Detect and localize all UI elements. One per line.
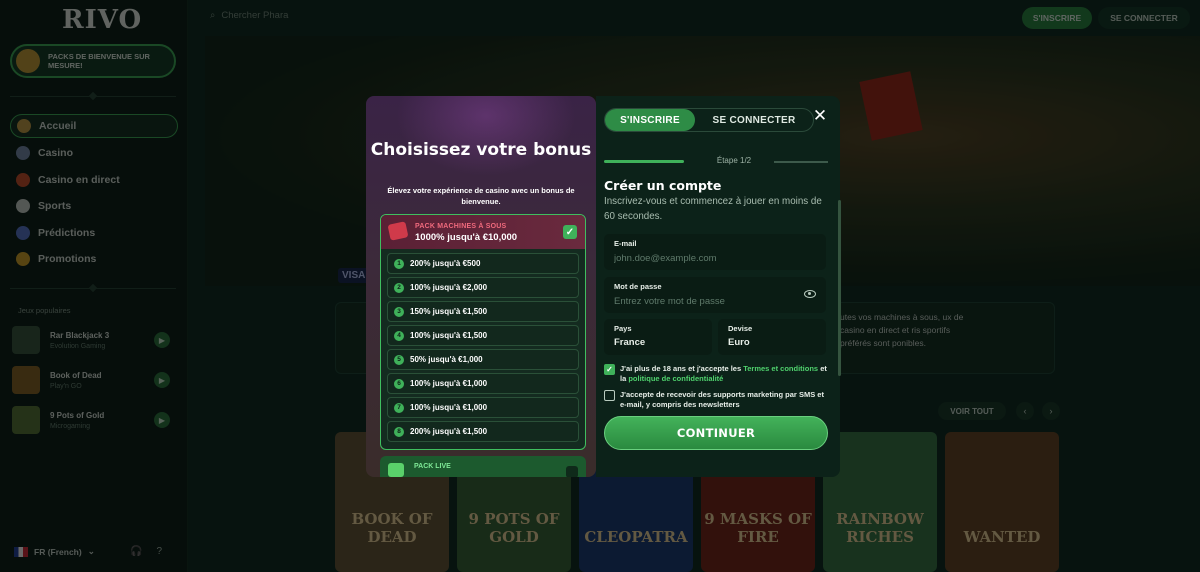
password-field[interactable]: Mot de passe <box>604 277 826 313</box>
country-value: France <box>614 337 646 348</box>
tab-signup[interactable]: S'INSCRIRE <box>605 109 695 131</box>
step-number: 1 <box>394 258 404 269</box>
offer-list: 1 200% jusqu'à €500 2 100% jusqu'à €2,000 … <box>381 249 585 449</box>
live-pack-name: PACK LIVE <box>414 463 451 470</box>
offer-item: 3 150% jusqu'à €1,500 <box>387 301 579 322</box>
eye-icon[interactable] <box>804 290 816 298</box>
step-progress: Étape 1/2 <box>604 156 828 170</box>
marketing-text: J'accepte de recevoir des supports marke… <box>620 390 824 409</box>
step-number: 6 <box>394 378 404 389</box>
offer-label: 50% jusqu'à €1,000 <box>410 355 483 364</box>
page-title: Créer un compte <box>604 178 722 193</box>
country-select[interactable]: Pays France <box>604 319 712 355</box>
step-number: 3 <box>394 306 404 317</box>
step-number: 5 <box>394 354 404 365</box>
offer-item: 5 50% jusqu'à €1,000 <box>387 349 579 370</box>
step-number: 2 <box>394 282 404 293</box>
live-pack-card[interactable]: PACK LIVE <box>380 456 586 477</box>
auth-tabs: S'INSCRIRE SE CONNECTER <box>604 108 814 132</box>
currency-label: Devise <box>728 324 753 333</box>
close-icon[interactable]: ✕ <box>812 107 828 124</box>
offer-label: 150% jusqu'à €1,500 <box>410 307 488 316</box>
offer-label: 200% jusqu'à €1,500 <box>410 427 488 436</box>
pack-name: PACK MACHINES À SOUS <box>415 223 507 230</box>
pack-amount: 1000% jusqu'à €10,000 <box>415 232 518 243</box>
password-input[interactable] <box>614 296 794 307</box>
currency-value: Euro <box>728 337 750 348</box>
bonus-title: Choisissez votre bonus <box>370 140 592 160</box>
offer-item: 2 100% jusqu'à €2,000 <box>387 277 579 298</box>
offer-label: 100% jusqu'à €1,500 <box>410 331 488 340</box>
offer-item: 8 200% jusqu'à €1,500 <box>387 421 579 442</box>
ruby-gem-icon <box>387 221 409 241</box>
step-label: Étape 1/2 <box>716 156 752 165</box>
offer-item: 7 100% jusqu'à €1,000 <box>387 397 579 418</box>
offer-label: 100% jusqu'à €1,000 <box>410 403 488 412</box>
marketing-consent: J'accepte de recevoir des supports marke… <box>604 390 828 410</box>
page-subtitle: Inscrivez-vous et commencez à jouer en m… <box>604 196 822 222</box>
offer-item: 6 100% jusqu'à €1,000 <box>387 373 579 394</box>
register-panel: S'INSCRIRE SE CONNECTER ✕ Étape 1/2 Crée… <box>596 96 840 477</box>
slots-pack-card[interactable]: PACK MACHINES À SOUS 1000% jusqu'à €10,0… <box>380 214 586 450</box>
terms-consent: ✓ J'ai plus de 18 ans et j'accepte les T… <box>604 364 828 384</box>
progress-track <box>774 161 828 163</box>
email-input[interactable] <box>614 253 794 264</box>
step-number: 8 <box>394 426 404 437</box>
tab-login[interactable]: SE CONNECTER <box>695 109 813 131</box>
scrollbar[interactable] <box>838 200 841 376</box>
terms-link[interactable]: Termes et conditions <box>743 364 818 373</box>
step-number: 4 <box>394 330 404 341</box>
terms-checkbox[interactable]: ✓ <box>604 364 615 375</box>
offer-item: 4 100% jusqu'à €1,500 <box>387 325 579 346</box>
continue-button[interactable]: CONTINUER <box>604 416 828 450</box>
emerald-gem-icon <box>388 463 404 477</box>
country-label: Pays <box>614 324 632 333</box>
live-pack-checkbox[interactable] <box>566 466 578 477</box>
bonus-panel: Choisissez votre bonus Élevez votre expé… <box>366 96 596 477</box>
privacy-link[interactable]: politique de confidentialité <box>628 374 723 383</box>
offer-label: 100% jusqu'à €1,000 <box>410 379 488 388</box>
offer-label: 100% jusqu'à €2,000 <box>410 283 488 292</box>
email-label: E-mail <box>614 239 637 248</box>
progress-fill <box>604 160 684 163</box>
password-label: Mot de passe <box>614 282 662 291</box>
offer-item: 1 200% jusqu'à €500 <box>387 253 579 274</box>
check-icon[interactable]: ✓ <box>563 225 577 239</box>
bonus-subtitle: Élevez votre expérience de casino avec u… <box>387 186 575 206</box>
email-field[interactable]: E-mail <box>604 234 826 270</box>
offer-label: 200% jusqu'à €500 <box>410 259 481 268</box>
step-number: 7 <box>394 402 404 413</box>
marketing-checkbox[interactable] <box>604 390 615 401</box>
currency-select[interactable]: Devise Euro <box>718 319 826 355</box>
terms-text: J'ai plus de 18 ans et j'accepte les Ter… <box>620 364 827 383</box>
